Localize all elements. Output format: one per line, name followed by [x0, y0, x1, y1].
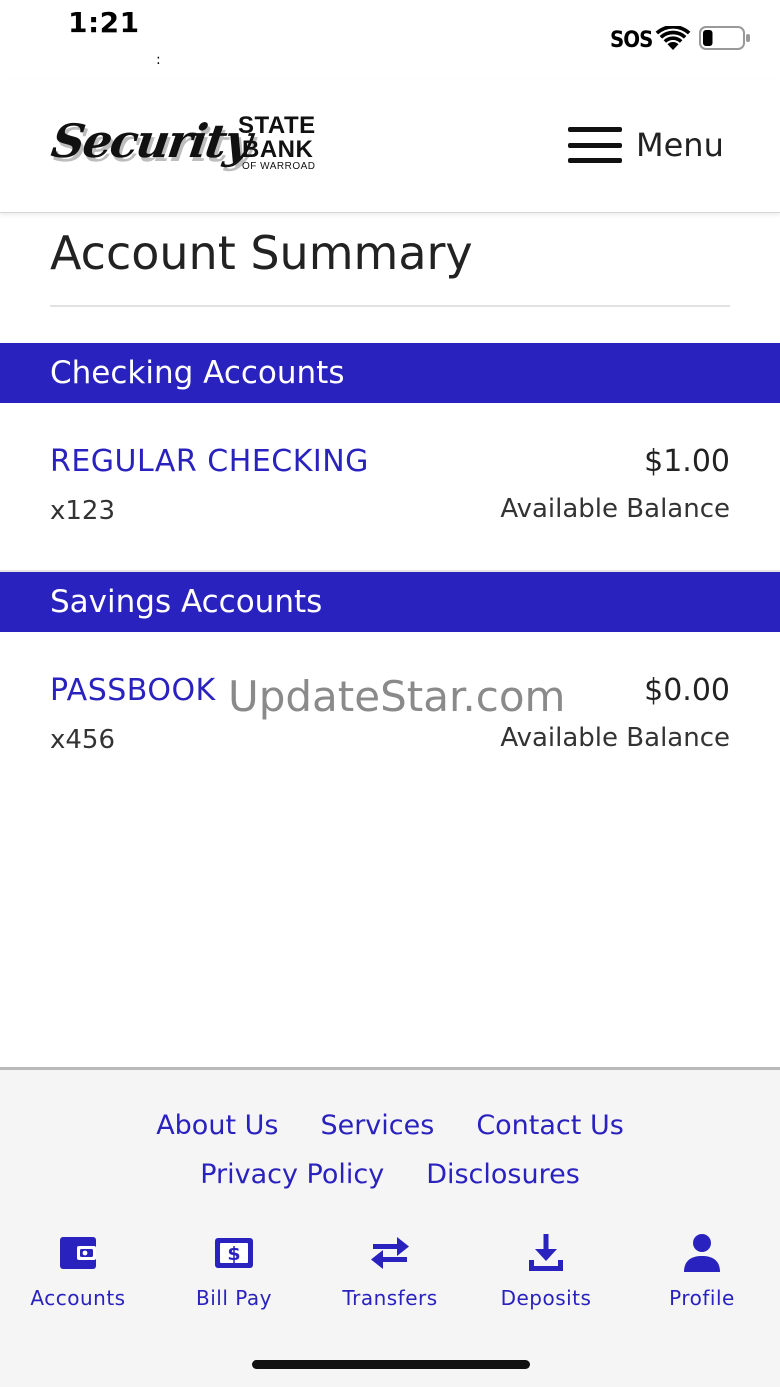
title-divider [50, 305, 730, 307]
wallet-icon [60, 1237, 96, 1269]
account-number: x123 [50, 496, 116, 526]
account-number: x456 [50, 725, 116, 755]
status-bar: 1:21 : SOS [0, 0, 780, 80]
footer-link-about-us[interactable]: About Us [156, 1110, 278, 1141]
footer: About Us Services Contact Us Privacy Pol… [0, 1067, 780, 1387]
account-name[interactable]: PASSBOOK [50, 673, 216, 708]
watermark: UpdateStar.com [228, 672, 566, 721]
account-name[interactable]: REGULAR CHECKING [50, 444, 369, 479]
footer-link-row: Privacy Policy Disclosures [0, 1159, 780, 1190]
tab-label: Profile [669, 1286, 735, 1310]
tab-bar: Accounts $ Bill Pay Transfers Deposits P… [0, 1230, 780, 1330]
account-balance: $1.00 [644, 444, 730, 479]
tab-label: Accounts [30, 1286, 126, 1310]
account-balance-label: Available Balance [500, 723, 730, 753]
menu-button[interactable]: Menu [568, 120, 724, 170]
section-header-checking: Checking Accounts [0, 343, 780, 403]
status-carrier: SOS [610, 28, 653, 53]
tab-label: Bill Pay [195, 1286, 272, 1310]
section-header-savings: Savings Accounts [0, 572, 780, 632]
footer-link-disclosures[interactable]: Disclosures [426, 1159, 580, 1190]
footer-link-row: About Us Services Contact Us [0, 1110, 780, 1141]
account-balance: $0.00 [644, 673, 730, 708]
tab-accounts[interactable]: Accounts [0, 1230, 156, 1330]
tab-label: Deposits [500, 1286, 592, 1310]
tab-bill-pay[interactable]: $ Bill Pay [156, 1230, 312, 1330]
footer-link-services[interactable]: Services [320, 1110, 434, 1141]
logo-script: Security [48, 114, 254, 168]
footer-link-privacy-policy[interactable]: Privacy Policy [200, 1159, 384, 1190]
menu-label: Menu [636, 126, 724, 164]
footer-links: About Us Services Contact Us Privacy Pol… [0, 1110, 780, 1208]
account-row-regular-checking[interactable]: REGULAR CHECKING x123 $1.00 Available Ba… [0, 432, 780, 542]
account-balance-label: Available Balance [500, 494, 730, 524]
status-time: 1:21 [68, 6, 140, 39]
home-indicator[interactable] [252, 1360, 530, 1369]
logo-bank: BANK [242, 136, 314, 163]
transfer-arrows-icon [371, 1237, 409, 1269]
wifi-icon [655, 26, 691, 50]
svg-text:$: $ [227, 1243, 240, 1265]
hamburger-icon [568, 127, 622, 163]
app-header: Security STATE BANK OF WARROAD Menu [0, 80, 780, 213]
battery-icon [699, 26, 750, 50]
status-dot: : [156, 52, 161, 68]
tab-profile[interactable]: Profile [624, 1230, 780, 1330]
bank-logo[interactable]: Security STATE BANK OF WARROAD [48, 102, 348, 184]
page-title: Account Summary [50, 226, 473, 280]
tab-transfers[interactable]: Transfers [312, 1230, 468, 1330]
tab-deposits[interactable]: Deposits [468, 1230, 624, 1330]
bill-icon: $ [215, 1238, 253, 1268]
person-icon [684, 1234, 720, 1272]
logo-subtitle: OF WARROAD [242, 161, 316, 172]
tab-label: Transfers [342, 1286, 438, 1310]
download-icon [529, 1234, 563, 1271]
footer-link-contact-us[interactable]: Contact Us [476, 1110, 623, 1141]
